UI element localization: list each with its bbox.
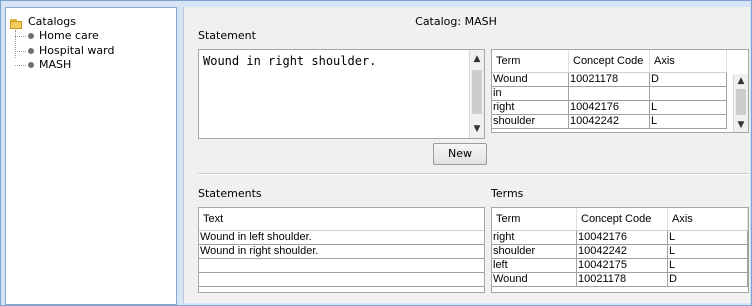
cell-axis: L [667,244,748,259]
tree-root-catalogs[interactable]: Catalogs [28,15,76,29]
cell-axis: L [667,230,748,245]
scroll-up-icon[interactable]: ▲ [734,74,748,88]
terms-label: Terms [491,187,524,200]
tree-item-label: MASH [39,58,72,71]
cell-axis: L [667,258,748,273]
column-header-axis[interactable]: Axis [667,208,748,231]
cell-concept-code: 10042176 [568,100,650,115]
folder-icon [10,19,22,29]
terms-table[interactable]: Term Concept Code Axis right 10042176 L … [491,207,749,293]
table-row[interactable] [199,272,484,287]
cell-concept-code: 10021178 [568,72,650,87]
table-row[interactable]: Wound 10021178 D [492,272,748,287]
cell-term: shoulder [492,244,577,259]
scroll-up-icon[interactable]: ▲ [470,52,484,66]
new-button[interactable]: New [433,143,487,165]
statement-terms-table[interactable]: Term Concept Code Axis Wound 10021178 D … [491,49,749,133]
table-row[interactable]: left 10042175 L [492,258,748,273]
cell-term: left [492,258,577,273]
leaf-node-icon [28,62,34,68]
table-row[interactable]: right 10042176 L [492,230,748,245]
column-header-axis[interactable]: Axis [649,50,727,73]
scroll-down-icon[interactable]: ▼ [470,122,484,136]
cell-term: Wound [492,72,569,87]
leaf-node-icon [28,33,34,39]
table-row[interactable]: shoulder 10042242 L [492,244,748,259]
table-row[interactable]: in [492,86,727,101]
table-row[interactable]: Wound in left shoulder. [199,230,484,245]
scroll-down-icon[interactable]: ▼ [734,118,748,132]
statement-terms-grid: Term Concept Code Axis Wound 10021178 D … [492,50,727,129]
cell-concept-code: 10042176 [576,230,668,245]
statements-table[interactable]: Text Wound in left shoulder. Wound in ri… [198,207,485,293]
column-header-concept-code[interactable]: Concept Code [568,50,650,73]
cell-term: right [492,230,577,245]
statements-label: Statements [198,187,262,200]
cell-concept-code: 10042242 [576,244,668,259]
column-header-text[interactable]: Text [199,208,484,231]
statement-label: Statement [198,29,256,42]
cell-text: Wound in right shoulder. [199,244,484,259]
table-row[interactable]: shoulder 10042242 L [492,114,727,129]
tree-connector-line [15,30,16,58]
cell-axis: D [667,272,748,287]
cell-term: right [492,100,569,115]
scroll-thumb[interactable] [736,89,746,115]
scroll-thumb[interactable] [472,70,482,114]
cell-axis: D [649,72,727,87]
cell-term: in [492,86,569,101]
tree-item-label: Home care [39,29,99,42]
statements-grid: Text Wound in left shoulder. Wound in ri… [199,208,484,287]
section-divider [198,173,748,175]
table-row[interactable]: right 10042176 L [492,100,727,115]
catalog-panel: Catalog: MASH Statement Wound in right s… [183,7,750,303]
column-header-term[interactable]: Term [492,50,569,73]
table-row[interactable]: Wound in right shoulder. [199,244,484,259]
cell-text [199,272,484,287]
cell-text: Wound in left shoulder. [199,230,484,245]
cell-text [199,258,484,273]
table-row[interactable] [199,258,484,273]
statement-scrollbar[interactable]: ▲ ▼ [469,50,484,138]
cell-concept-code: 10042242 [568,114,650,129]
cell-axis [649,86,727,101]
statement-input[interactable]: Wound in right shoulder. ▲ ▼ [198,49,485,139]
catalog-title: Catalog: MASH [415,15,497,28]
table-row[interactable]: Wound 10021178 D [492,72,727,87]
column-header-concept-code[interactable]: Concept Code [576,208,668,231]
terms-grid: Term Concept Code Axis right 10042176 L … [492,208,748,287]
tree-item-label: Hospital ward [39,44,115,57]
tree-root-label: Catalogs [28,15,76,28]
cell-concept-code: 10042175 [576,258,668,273]
terms-scrollbar[interactable]: ▲ ▼ [733,74,748,132]
catalog-tree[interactable]: Catalogs Home care Hospital ward MASH [5,7,177,305]
statement-text: Wound in right shoulder. [203,54,377,68]
cell-concept-code: 10021178 [576,272,668,287]
cell-axis: L [649,100,727,115]
window-frame: Catalogs Home care Hospital ward MASH Ca… [0,0,752,306]
cell-concept-code [568,86,650,101]
cell-term: shoulder [492,114,569,129]
cell-axis: L [649,114,727,129]
leaf-node-icon [28,48,34,54]
cell-term: Wound [492,272,577,287]
column-header-term[interactable]: Term [492,208,577,231]
